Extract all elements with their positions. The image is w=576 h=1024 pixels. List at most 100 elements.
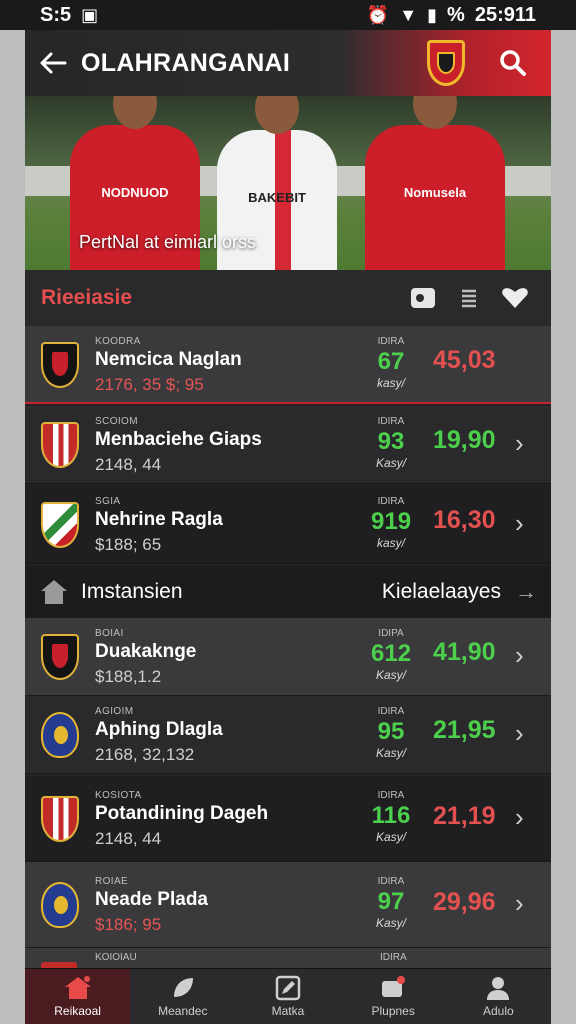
team-meta: 2148, 44 [95, 455, 162, 474]
notification-icon: ▣ [81, 4, 99, 25]
nav-item-matka[interactable]: Matka [235, 969, 340, 1024]
stat-unit: kasy/ [376, 376, 405, 390]
list-item[interactable]: ROIAE Neade Plada $186; 95 IDIRA 97 Kasy… [25, 862, 551, 948]
price-value: 41,90 [433, 638, 496, 666]
team-meta: $186; 95 [95, 915, 162, 934]
status-time: S:5 [40, 3, 72, 26]
hero-banner[interactable]: NODNUOD BAKEBIT Nomusela PertNal at eimi… [25, 96, 551, 270]
nav-label: Plupnes [371, 1004, 415, 1018]
tag-icon [411, 288, 435, 308]
list-item[interactable]: SGIA Nehrine Ragla $188; 65 IDIRA 919 ka… [25, 486, 551, 564]
search-icon [500, 50, 526, 76]
price-value: 21,19 [433, 802, 496, 830]
nav-label: Matka [271, 1004, 305, 1018]
edit-icon [275, 975, 301, 1001]
nav-item-profile[interactable]: Adulo [446, 969, 551, 1024]
nav-item-meandec[interactable]: Meandec [130, 969, 235, 1024]
list-item[interactable]: BOIAI Duakaknge $188,1.2 IDIPA 612 Kasy/… [25, 618, 551, 696]
filter-button[interactable] [403, 278, 443, 318]
list-view-button[interactable] [449, 278, 489, 318]
search-button[interactable] [493, 43, 533, 83]
stat-label: IDIRA [377, 706, 405, 717]
team-name: Aphing Dlagla [95, 719, 223, 740]
chevron-right-icon[interactable]: › [515, 888, 524, 919]
chevron-right-icon[interactable]: › [515, 640, 524, 671]
team-name: Nemcica Naglan [95, 349, 242, 370]
hero-caption: PertNal at eimiarl orss [79, 232, 257, 252]
team-meta: 2176, 35 $; 95 [95, 375, 204, 394]
team-meta: $188,1.2 [95, 667, 162, 686]
team-meta: 2148, 44 [95, 829, 162, 848]
price-value: 45,03 [433, 346, 496, 374]
subsection-header[interactable]: Imstansien Kielaelaayes → [25, 566, 551, 618]
team-crest-icon [41, 502, 79, 548]
team-code: SCOIOM [95, 416, 138, 427]
chevron-right-icon[interactable]: › [515, 802, 524, 833]
stat-label: IDIRA [377, 336, 405, 347]
nav-label: Reikaoal [54, 1004, 101, 1018]
team-crest-icon [41, 422, 79, 468]
team-name: Menbaciehe Giaps [95, 429, 262, 450]
stat-label: IDIRA [377, 790, 405, 801]
shirt-text: BAKEBIT [248, 190, 306, 205]
user-icon [487, 977, 510, 1000]
app-screen: OLAHRANGANAI NODNUOD BAKEBIT Nomusela Pe… [25, 30, 551, 1024]
team-code: BOIAI [95, 628, 124, 639]
team-crest-icon [41, 342, 79, 388]
status-clock: 25:911 [474, 3, 536, 26]
team-code: KOODRA [95, 336, 141, 347]
list-item[interactable]: KOODRA Nemcica Naglan 2176, 35 $; 95 IDI… [25, 326, 551, 404]
team-name: Duakaknge [95, 641, 197, 662]
see-all-link[interactable]: Kielaelaayes [382, 580, 501, 604]
team-code: KOIOIAU [95, 952, 137, 963]
nav-label: Meandec [158, 1004, 208, 1018]
stat-value: 97 [377, 888, 405, 915]
stat-value: 93 [377, 428, 405, 455]
list-item[interactable]: KOSIOTA Potandining Dageh 2148, 44 IDIRA… [25, 776, 551, 862]
back-button[interactable] [25, 30, 81, 96]
list-item[interactable]: SCOIOM Menbaciehe Giaps 2148, 44 IDIRA 9… [25, 406, 551, 484]
favorite-button[interactable] [495, 278, 535, 318]
chevron-right-icon[interactable]: › [515, 508, 524, 539]
chevron-right-icon[interactable]: › [515, 718, 524, 749]
nav-label: Adulo [482, 1004, 514, 1018]
stat-label: IDIRA [377, 876, 405, 887]
stat-unit: Kasy/ [375, 456, 406, 470]
team-name: Nehrine Ragla [95, 509, 223, 530]
team-crest-icon [41, 712, 79, 758]
team-code: AGIOIM [95, 706, 134, 717]
stat-unit: Kasy/ [375, 668, 406, 682]
section-header: Rieeiasie [25, 270, 551, 326]
page-title: OLAHRANGANAI [81, 48, 291, 77]
team-crest-icon [41, 882, 79, 928]
chevron-right-icon[interactable]: › [515, 428, 524, 459]
list-item-partial[interactable]: KOIOIAU IDIRA [25, 948, 551, 968]
team-meta: 2168, 32,132 [95, 745, 195, 764]
stat-unit: Kasy/ [375, 916, 406, 930]
stat-label: IDIRA [377, 416, 405, 427]
bottom-nav: Reikaoal Meandec Matka Plupnes Adulo [25, 968, 551, 1024]
team-meta: $188; 65 [95, 535, 162, 554]
wifi-icon: ▼ [399, 4, 418, 25]
shirt-text: Nomusela [403, 185, 467, 200]
team-crest-icon [41, 796, 79, 842]
home-icon [64, 976, 91, 999]
nav-item-home[interactable]: Reikaoal [25, 968, 131, 1024]
stat-label: IDIPA [378, 628, 404, 639]
price-value: 21,95 [433, 716, 496, 744]
price-value: 29,96 [433, 888, 496, 916]
club-crest-icon[interactable] [427, 40, 465, 86]
battery-text: % [447, 3, 465, 26]
thumb-icon [382, 976, 406, 997]
list-icon [462, 289, 476, 308]
list-item[interactable]: AGIOIM Aphing Dlagla 2168, 32,132 IDIRA … [25, 696, 551, 774]
stat-unit: kasy/ [376, 536, 405, 550]
team-code: SGIA [95, 496, 121, 507]
leaf-icon [173, 978, 193, 997]
arrow-right-icon[interactable]: → [515, 579, 537, 605]
nav-item-plupnes[interactable]: Plupnes [341, 969, 446, 1024]
subsection-title: Imstansien [81, 580, 183, 603]
shirt-text: NODNUOD [101, 185, 169, 200]
stat-value: 67 [377, 348, 405, 375]
player-figure: Nomusela [365, 96, 505, 270]
